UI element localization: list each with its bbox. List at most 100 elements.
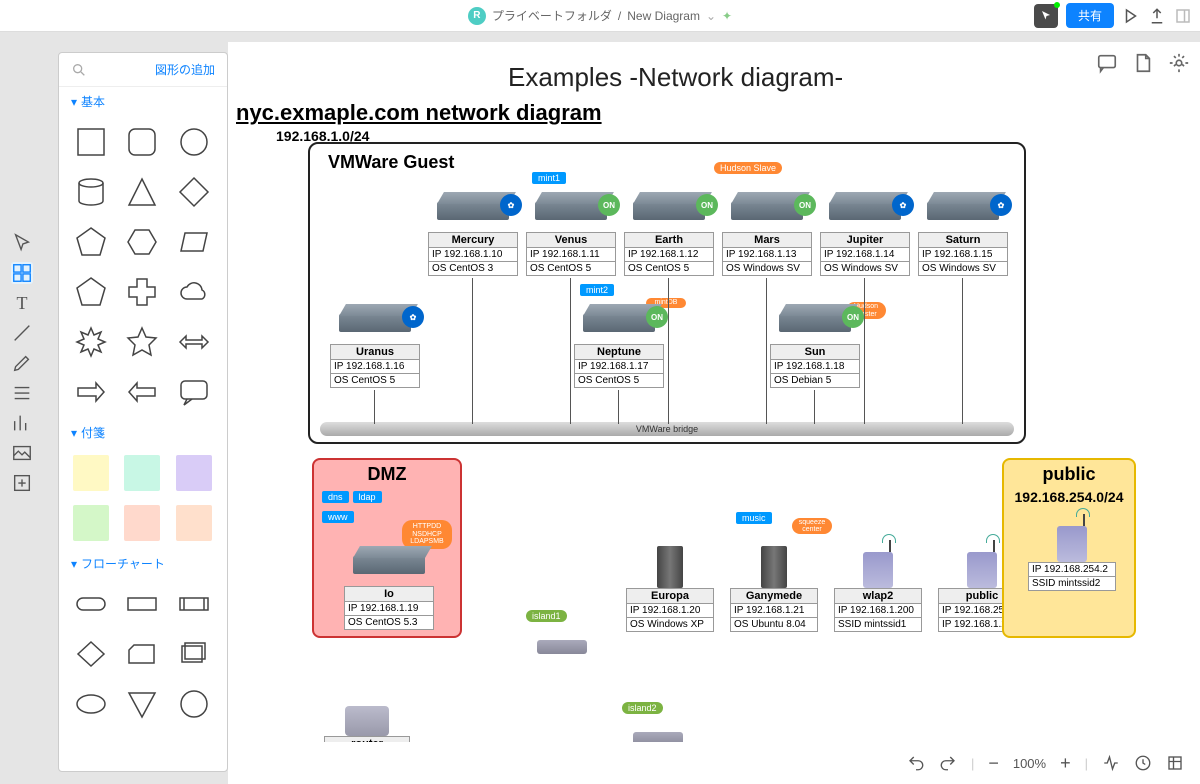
shape-parallelogram[interactable] <box>176 224 212 260</box>
vmware-bridge[interactable]: VMWare bridge <box>320 422 1014 436</box>
shape-arrow-l[interactable] <box>124 374 160 410</box>
host-wlap2[interactable]: wlap2IP 192.168.1.200SSID mintssid1 <box>834 540 922 632</box>
text-tool[interactable]: T <box>11 292 33 314</box>
shape-circle[interactable] <box>176 124 212 160</box>
panel-icon[interactable] <box>1174 7 1192 25</box>
vmware-box[interactable]: VMWare Guest <box>308 142 1026 444</box>
shape-square[interactable] <box>73 124 109 160</box>
section-flowchart[interactable]: ▾フローチャート <box>59 549 227 578</box>
image-tool[interactable] <box>11 442 33 464</box>
shape-connector[interactable] <box>176 686 212 722</box>
server-io[interactable]: Io IP 192.168.1.19 OS CentOS 5.3 <box>344 556 434 630</box>
shape-pentagon2[interactable] <box>73 274 109 310</box>
host-europa[interactable]: EuropaIP 192.168.1.20OS Windows XP <box>626 540 714 632</box>
sticky-0[interactable] <box>73 455 109 491</box>
sticky-3[interactable] <box>73 505 109 541</box>
shape-cloud[interactable] <box>176 274 212 310</box>
sticky-5[interactable] <box>176 505 212 541</box>
public-box[interactable]: public 192.168.254.0/24 IP 192.168.254.2… <box>1002 458 1136 638</box>
server-jupiter[interactable]: ✿JupiterIP 192.168.1.14OS Windows SV <box>820 202 910 276</box>
sticky-4[interactable] <box>124 505 160 541</box>
zoom-level[interactable]: 100% <box>1013 756 1046 771</box>
shape-card[interactable] <box>124 636 160 672</box>
zoom-out[interactable]: − <box>988 753 999 774</box>
switch-island2[interactable]: island2 <box>628 714 688 738</box>
diagram-title[interactable]: Examples -Network diagram- <box>508 62 843 93</box>
shape-rounded[interactable] <box>124 124 160 160</box>
dmz-tag-ldap[interactable]: ldap <box>353 491 382 503</box>
sticky-2[interactable] <box>176 455 212 491</box>
server-mars[interactable]: Hudson SlaveONMarsIP 192.168.1.13OS Wind… <box>722 202 812 276</box>
host-ganymede[interactable]: musicsqueeze centerGanymedeIP 192.168.1.… <box>730 540 818 632</box>
switch-island1[interactable]: island1 <box>532 622 592 646</box>
shape-pentagon[interactable] <box>73 224 109 260</box>
dmz-tag-dns[interactable]: dns <box>322 491 349 503</box>
shape-star[interactable] <box>124 324 160 360</box>
add-tool[interactable] <box>11 472 33 494</box>
shape-multidoc[interactable] <box>176 636 212 672</box>
activity-icon[interactable] <box>1102 754 1120 772</box>
section-sticky[interactable]: ▾付箋 <box>59 418 227 447</box>
shape-predefined[interactable] <box>176 586 212 622</box>
cursor-presence-icon[interactable] <box>1034 4 1058 28</box>
export-icon[interactable] <box>1148 7 1166 25</box>
dmz-badge[interactable]: HTTPDD NSDHCP LDAPSMB <box>402 520 452 549</box>
server-saturn[interactable]: ✿SaturnIP 192.168.1.15OS Windows SV <box>918 202 1008 276</box>
avatar: R <box>468 7 486 25</box>
dmz-tag-www[interactable]: www <box>322 511 354 523</box>
history-icon[interactable] <box>1134 754 1152 772</box>
server-earth[interactable]: ONEarthIP 192.168.1.12OS CentOS 5 <box>624 202 714 276</box>
public-title: public <box>1004 460 1134 489</box>
breadcrumb-doc[interactable]: New Diagram <box>627 9 700 23</box>
dmz-title: DMZ <box>314 460 460 489</box>
server-sun[interactable]: Hudson MasterONSunIP 192.168.1.18OS Debi… <box>770 314 860 388</box>
line-tool[interactable] <box>11 322 33 344</box>
dmz-box[interactable]: DMZ dnsldap www HTTPDD NSDHCP LDAPSMB Io… <box>312 458 462 638</box>
shape-decision[interactable] <box>73 636 109 672</box>
page-icon[interactable] <box>1132 52 1154 74</box>
select-tool[interactable] <box>11 232 33 254</box>
public-wifi[interactable]: IP 192.168.254.2 SSID mintssid2 <box>1028 514 1116 591</box>
shapes-tool[interactable] <box>11 262 33 284</box>
shape-process[interactable] <box>124 586 160 622</box>
shape-tri-down[interactable] <box>124 686 160 722</box>
sticky-grid <box>59 447 227 549</box>
diagram-subtitle[interactable]: nyc.exmaple.com network diagram <box>236 100 602 126</box>
shape-arrow-r[interactable] <box>73 374 109 410</box>
layers-icon[interactable] <box>1166 754 1184 772</box>
chart-tool[interactable] <box>11 412 33 434</box>
shape-cylinder[interactable] <box>73 174 109 210</box>
shape-burst[interactable] <box>73 324 109 360</box>
add-shapes-link[interactable]: 図形の追加 <box>155 61 215 78</box>
shape-diamond[interactable] <box>176 174 212 210</box>
canvas[interactable]: Examples -Network diagram- nyc.exmaple.c… <box>228 42 1200 742</box>
share-button[interactable]: 共有 <box>1066 3 1114 28</box>
shape-ellipse[interactable] <box>73 686 109 722</box>
shape-speech[interactable] <box>176 374 212 410</box>
zoom-in[interactable]: + <box>1060 753 1071 774</box>
chevron-down-icon[interactable]: ⌄ <box>706 9 716 23</box>
shape-triangle[interactable] <box>124 174 160 210</box>
comment-icon[interactable] <box>1096 52 1118 74</box>
play-icon[interactable] <box>1122 7 1140 25</box>
shape-arrow-lr[interactable] <box>176 324 212 360</box>
pen-tool[interactable] <box>11 352 33 374</box>
section-basic[interactable]: ▾基本 <box>59 87 227 116</box>
server-mercury[interactable]: ✿MercuryIP 192.168.1.10OS CentOS 3 <box>428 202 518 276</box>
shape-hexagon[interactable] <box>124 224 160 260</box>
server-neptune[interactable]: mint2mintDBONNeptuneIP 192.168.1.17OS Ce… <box>574 314 664 388</box>
breadcrumb-folder[interactable]: プライベートフォルダ <box>492 7 612 24</box>
shape-cross[interactable] <box>124 274 160 310</box>
server-venus[interactable]: mint1ONVenusIP 192.168.1.11OS CentOS 5 <box>526 202 616 276</box>
gear-icon[interactable] <box>1168 52 1190 74</box>
search-icon[interactable] <box>71 62 87 78</box>
server-uranus[interactable]: ✿UranusIP 192.168.1.16OS CentOS 5 <box>330 314 420 388</box>
router[interactable]: router IP 192.168.1.1 <box>324 688 410 742</box>
shape-terminator[interactable] <box>73 586 109 622</box>
sticky-1[interactable] <box>124 455 160 491</box>
list-tool[interactable] <box>11 382 33 404</box>
public-subnet: 192.168.254.0/24 <box>1004 489 1134 505</box>
undo-icon[interactable] <box>907 754 925 772</box>
redo-icon[interactable] <box>939 754 957 772</box>
sync-icon: ✦ <box>722 9 732 23</box>
